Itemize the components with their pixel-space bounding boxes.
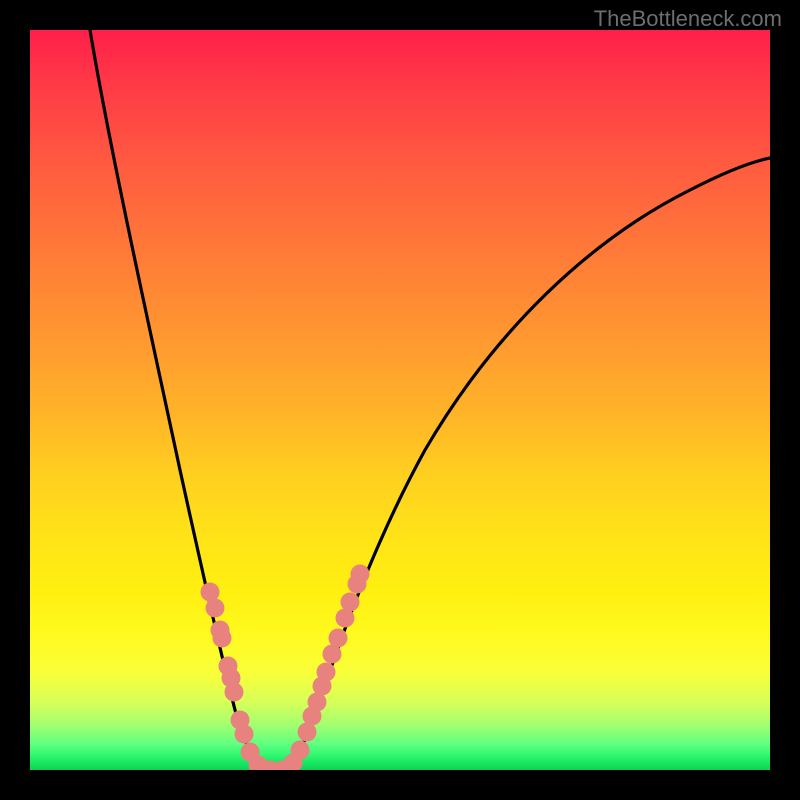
data-marker-dot xyxy=(317,663,336,682)
marker-group xyxy=(201,565,370,771)
data-marker-dot xyxy=(235,725,254,744)
chart-frame: TheBottleneck.com xyxy=(0,0,800,800)
plot-area xyxy=(30,30,770,770)
data-marker-dot xyxy=(225,683,244,702)
data-marker-dot xyxy=(213,629,232,648)
data-marker-dot xyxy=(341,593,360,612)
chart-svg xyxy=(30,30,770,770)
data-marker-dot xyxy=(291,741,310,760)
data-marker-dot xyxy=(329,629,348,648)
curve-left xyxy=(90,30,280,769)
curve-right xyxy=(280,158,770,769)
data-marker-dot xyxy=(351,565,370,584)
watermark-label: TheBottleneck.com xyxy=(594,6,782,32)
data-marker-dot xyxy=(206,599,225,618)
